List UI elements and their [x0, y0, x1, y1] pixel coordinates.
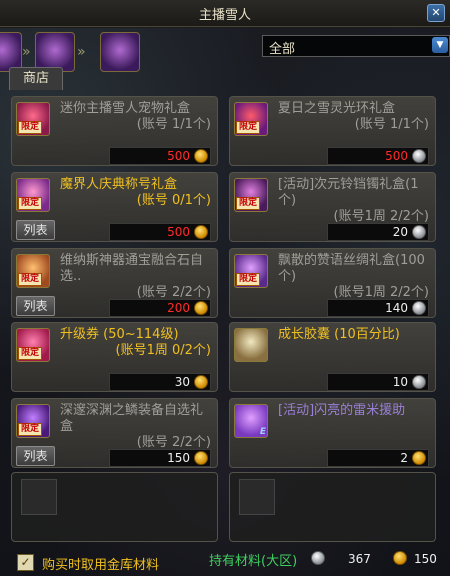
price-value: 140 [385, 301, 408, 315]
item-limit-text: (账号 1/1个) [354, 117, 429, 132]
shop-window: 主播雪人 ✕ » » 商店 全部 ▼ 限定 迷你主播雪人宠物礼盒 (账号 1/1个)… [0, 0, 450, 576]
item-price: 200 [109, 299, 211, 317]
limited-badge: 限定 [18, 423, 43, 436]
item-name: 迷你主播雪人宠物礼盒 (账号 1/1个) [60, 101, 211, 133]
limited-badge: 限定 [18, 121, 43, 134]
item-name: [活动]次元铃铛镯礼盒(1个) (账号1周 2/2个) [278, 177, 429, 225]
price-value: 30 [174, 375, 190, 389]
item-icon: 限定 [16, 404, 50, 438]
use-vault-label: 购买时取用金库材料 [42, 558, 160, 573]
item-name-text: 成长胶囊 (10百分比) [278, 327, 400, 342]
gold-coin-icon [194, 225, 208, 239]
gold-coin-icon [412, 451, 426, 465]
item-name: [活动]闪亮的雷米援助 [278, 403, 429, 419]
item-icon: 限定 [234, 178, 268, 212]
item-price: 30 [109, 373, 211, 391]
shop-item-card[interactable]: 限定 夏日之雪灵光环礼盒 (账号 1/1个) 500 [229, 96, 436, 166]
item-icon: 限定 [16, 178, 50, 212]
limited-badge: 限定 [18, 273, 43, 286]
empty-icon-slot [239, 479, 275, 515]
silver-coin-icon [412, 149, 426, 163]
item-name: 深邃深渊之鳞装备自选礼盒 (账号 2/2个) [60, 403, 211, 451]
limited-badge: 限定 [236, 197, 261, 210]
price-value: 500 [385, 149, 408, 163]
price-value: 10 [392, 375, 408, 389]
shop-item-card[interactable]: 限定 [活动]次元铃铛镯礼盒(1个) (账号1周 2/2个) 20 [229, 172, 436, 242]
item-price: 500 [109, 147, 211, 165]
gold-amount: 150 [414, 552, 437, 566]
item-icon: 限定 [234, 254, 268, 288]
shop-item-card[interactable]: 限定 升级券 (50~114级) (账号1周 0/2个) 30 [11, 322, 218, 392]
item-name-text: [活动]次元铃铛镯礼盒(1个) [278, 177, 419, 208]
item-name-text: 魔界人庆典称号礼盒 [60, 177, 178, 192]
limited-badge: 限定 [236, 121, 261, 134]
item-price: 150 [109, 449, 211, 467]
gold-coin-icon [194, 451, 208, 465]
item-name-text: [活动]闪亮的雷米援助 [278, 403, 406, 418]
item-name-text: 维纳斯神器通宝融合石自选.. [60, 253, 204, 284]
item-icon: E [234, 404, 268, 438]
item-name: 魔界人庆典称号礼盒 (账号 0/1个) [60, 177, 211, 209]
list-button[interactable]: 列表 [16, 446, 55, 466]
item-icon: 限定 [16, 328, 50, 362]
price-value: 20 [392, 225, 408, 239]
gold-coin-icon [194, 301, 208, 315]
empty-slot [11, 472, 218, 542]
shop-item-card[interactable]: 限定 维纳斯神器通宝融合石自选.. (账号 2/2个) 列表 200 [11, 248, 218, 318]
silver-coin-icon [412, 375, 426, 389]
price-value: 500 [167, 225, 190, 239]
holdings-label: 持有材料(大区) [209, 554, 298, 569]
item-limit-text: (账号 0/1个) [136, 193, 211, 208]
item-price: 2 [327, 449, 429, 467]
item-name-text: 夏日之雪灵光环礼盒 [278, 101, 396, 116]
item-icon [234, 328, 268, 362]
item-price: 500 [327, 147, 429, 165]
shop-item-card[interactable]: 成长胶囊 (10百分比) 10 [229, 322, 436, 392]
empty-slot [229, 472, 436, 542]
use-vault-checkbox[interactable]: ✓ [17, 554, 34, 571]
item-name: 成长胶囊 (10百分比) [278, 327, 429, 343]
gold-coin-icon [194, 149, 208, 163]
item-price: 500 [109, 223, 211, 241]
item-name: 维纳斯神器通宝融合石自选.. (账号 2/2个) [60, 253, 211, 301]
item-limit-text: (账号1周 0/2个) [115, 343, 211, 358]
silver-coin-icon [412, 301, 426, 315]
item-name-text: 升级券 (50~114级) [60, 327, 179, 342]
gold-coin-icon [393, 551, 407, 565]
shop-item-card[interactable]: 限定 深邃深渊之鳞装备自选礼盒 (账号 2/2个) 列表 150 [11, 398, 218, 468]
silver-amount: 367 [348, 552, 371, 566]
silver-coin-icon [412, 225, 426, 239]
item-icon: 限定 [16, 254, 50, 288]
list-button[interactable]: 列表 [16, 296, 55, 316]
gold-coin-icon [194, 375, 208, 389]
item-name: 夏日之雪灵光环礼盒 (账号 1/1个) [278, 101, 429, 133]
shop-item-card[interactable]: 限定 魔界人庆典称号礼盒 (账号 0/1个) 列表 500 [11, 172, 218, 242]
limited-badge: 限定 [236, 273, 261, 286]
item-name-text: 迷你主播雪人宠物礼盒 [60, 101, 191, 116]
item-name: 飘散的赞语丝绸礼盒(100个) (账号1周 2/2个) [278, 253, 429, 301]
item-price: 140 [327, 299, 429, 317]
item-name: 升级券 (50~114级) (账号1周 0/2个) [60, 327, 211, 359]
list-button[interactable]: 列表 [16, 220, 55, 240]
shop-item-card[interactable]: E [活动]闪亮的雷米援助 2 [229, 398, 436, 468]
limited-badge: 限定 [18, 347, 43, 360]
item-icon: 限定 [16, 102, 50, 136]
bottom-bar: ✓ 购买时取用金库材料 持有材料(大区) 367 150 [0, 546, 450, 576]
item-price: 20 [327, 223, 429, 241]
e-badge: E [259, 427, 266, 437]
price-value: 2 [400, 451, 408, 465]
item-name-text: 深邃深渊之鳞装备自选礼盒 [60, 403, 204, 434]
item-icon: 限定 [234, 102, 268, 136]
empty-icon-slot [21, 479, 57, 515]
item-price: 10 [327, 373, 429, 391]
limited-badge: 限定 [18, 197, 43, 210]
price-value: 200 [167, 301, 190, 315]
price-value: 150 [167, 451, 190, 465]
shop-item-card[interactable]: 限定 飘散的赞语丝绸礼盒(100个) (账号1周 2/2个) 140 [229, 248, 436, 318]
silver-coin-icon [311, 551, 325, 565]
price-value: 500 [167, 149, 190, 163]
shop-item-card[interactable]: 限定 迷你主播雪人宠物礼盒 (账号 1/1个) 500 [11, 96, 218, 166]
item-limit-text: (账号 1/1个) [136, 117, 211, 132]
item-name-text: 飘散的赞语丝绸礼盒(100个) [278, 253, 425, 284]
